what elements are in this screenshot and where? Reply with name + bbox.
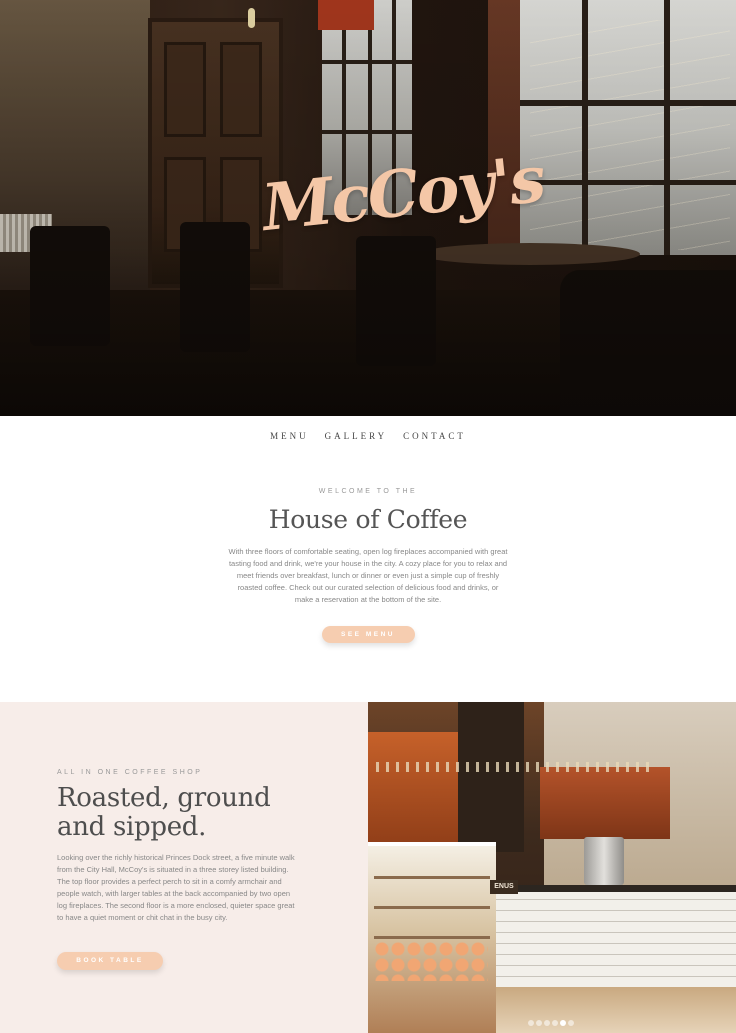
intro-title: House of Coffee (268, 505, 468, 534)
pastry-display-case (368, 842, 496, 1033)
feature-section: ALL IN ONE COFFEE SHOP Roasted, ground a… (0, 702, 368, 1033)
feature-title-line-1: Roasted, ground (57, 783, 271, 813)
carousel-dots (528, 1020, 574, 1026)
carousel-dot[interactable] (568, 1020, 574, 1026)
carousel-dot[interactable] (544, 1020, 550, 1026)
feature-title-line-2: and sipped. (57, 812, 207, 842)
book-table-button[interactable]: BOOK TABLE (57, 952, 163, 970)
see-menu-button[interactable]: SEE MENU (321, 626, 415, 643)
intro-section: WELCOME TO THE House of Coffee With thre… (0, 488, 736, 643)
tiled-counter (496, 892, 736, 987)
coffee-machine-image (584, 837, 624, 885)
carousel-dot[interactable] (528, 1020, 534, 1026)
nav-item-gallery[interactable]: GALLERY (325, 431, 388, 441)
carousel-dot[interactable] (536, 1020, 542, 1026)
intro-eyebrow: WELCOME TO THE (318, 488, 418, 495)
feature-body: Looking over the richly historical Princ… (57, 853, 295, 922)
intro-body: With three floors of comfortable seating… (228, 547, 508, 604)
hero-banner: McCoy's (0, 0, 736, 416)
nav-item-contact[interactable]: CONTACT (403, 431, 466, 441)
feature-title: Roasted, ground and sipped. (57, 784, 317, 842)
main-nav: MENU GALLERY CONTACT (0, 416, 736, 456)
feature-eyebrow: ALL IN ONE COFFEE SHOP (57, 769, 203, 776)
nav-item-menu[interactable]: MENU (270, 431, 309, 441)
menus-sign: ENUS (490, 880, 518, 894)
cafe-counter-photo: ENUS (368, 702, 736, 1033)
carousel-dot[interactable] (552, 1020, 558, 1026)
carousel-dot-active[interactable] (560, 1020, 566, 1026)
